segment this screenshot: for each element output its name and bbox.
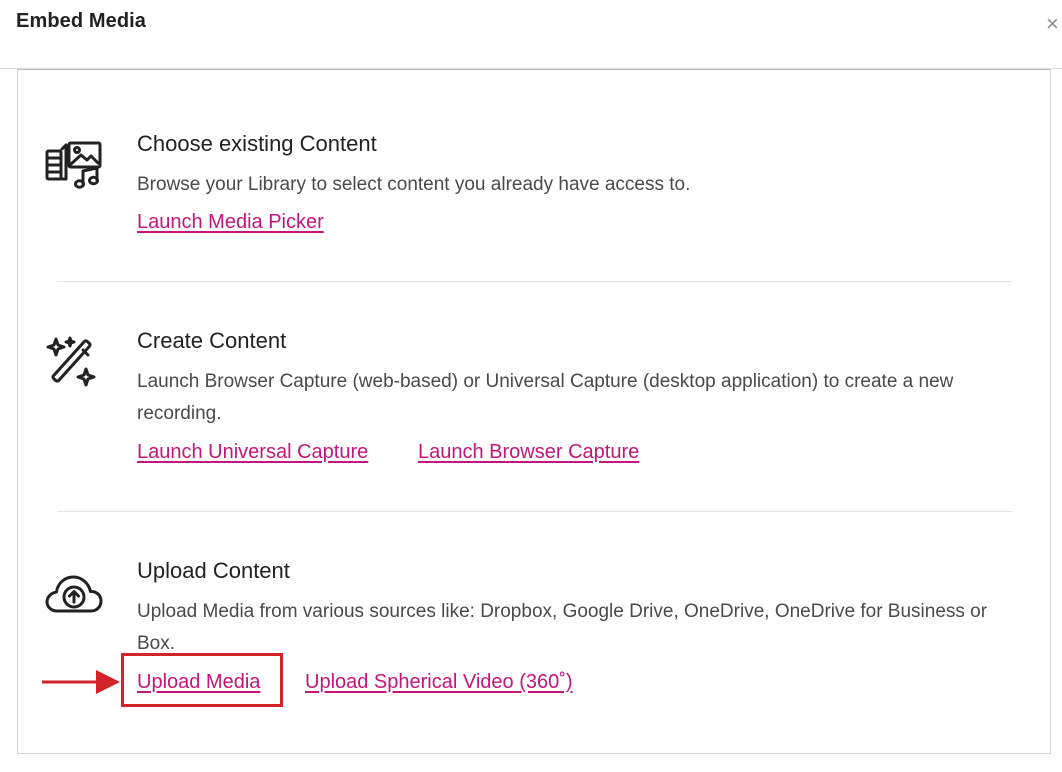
- cloud-upload-icon: [44, 569, 104, 629]
- section-upload-content: Upload Content Upload Media from various…: [18, 69, 1050, 753]
- dialog-title: Embed Media: [16, 10, 147, 32]
- section-title: Upload Content: [137, 558, 290, 583]
- highlight-box: [121, 653, 283, 707]
- section-description: Upload Media from various sources like: …: [137, 601, 988, 654]
- close-button[interactable]: ×: [1046, 10, 1062, 38]
- close-icon: ×: [1046, 11, 1059, 36]
- dialog-header: Embed Media ×: [0, 0, 1062, 69]
- embed-media-dialog: Embed Media × Choose existing Content Br…: [0, 0, 1062, 772]
- arrow-right-icon: [42, 668, 122, 696]
- content-panel: Choose existing Content Browse your Libr…: [17, 69, 1051, 754]
- upload-spherical-video-link[interactable]: Upload Spherical Video (360˚): [305, 671, 573, 694]
